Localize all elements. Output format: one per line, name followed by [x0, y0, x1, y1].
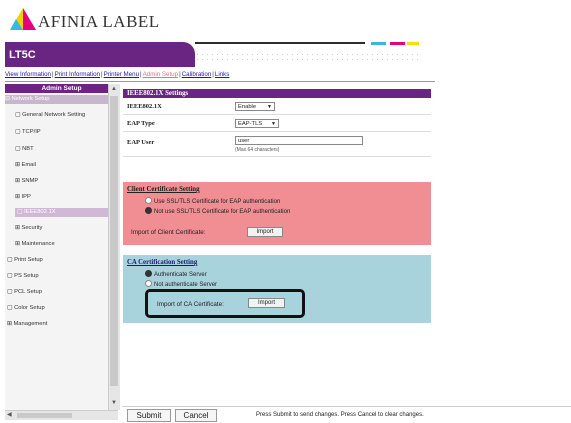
sidebar-item-ieee8021x[interactable]: ▢ IEEE802.1X: [15, 208, 115, 217]
cyan-stripe: [371, 42, 386, 45]
nav-view-information[interactable]: View Information: [5, 71, 51, 78]
radio-icon: [145, 280, 152, 287]
eap-user-input[interactable]: user: [235, 136, 363, 145]
ieee-enable-select[interactable]: Enable ▼: [235, 102, 275, 111]
afinia-logo: AFINIA LABEL: [10, 6, 180, 34]
nav-divider: [5, 81, 435, 82]
radio-authenticate-server[interactable]: Authenticate Server: [145, 270, 207, 278]
scroll-left-icon[interactable]: ◀: [7, 411, 12, 418]
sidebar-item-security[interactable]: ⊞ Security: [15, 225, 42, 231]
radio-not-use-ssl-cert[interactable]: Not use SSL/TLS Certificate for EAP auth…: [145, 207, 290, 215]
ieee-settings-header: IEEE802.1X Settings: [123, 89, 431, 98]
ieee-enable-row: IEEE802.1X Enable ▼: [123, 98, 431, 115]
radio-icon: [145, 197, 152, 204]
ieee-enable-label: IEEE802.1X: [127, 103, 162, 110]
scroll-down-icon[interactable]: ▼: [110, 400, 118, 408]
radio-use-ssl-cert[interactable]: Use SSL/TLS Certificate for EAP authenti…: [145, 197, 280, 205]
nav-admin-setup[interactable]: Admin Setup: [143, 71, 178, 78]
eap-user-label: EAP User: [127, 139, 155, 146]
bottom-divider: [122, 406, 571, 407]
sidebar-item-snmp[interactable]: ⊞ SNMP: [15, 178, 38, 184]
highlight-frame: [145, 289, 305, 318]
scroll-up-icon[interactable]: ▲: [110, 86, 118, 94]
client-cert-import-label: Import of Client Certificate:: [131, 229, 206, 236]
sidebar-title: Admin Setup: [5, 84, 118, 93]
sidebar-item-email[interactable]: ⊞ Email: [15, 162, 36, 168]
nav-links[interactable]: Links: [215, 71, 229, 78]
eap-user-hint: (Max.64 characters): [235, 147, 280, 153]
nav-print-information[interactable]: Print Information: [55, 71, 100, 78]
sidebar-item-ps-setup[interactable]: ▢ PS Setup: [7, 273, 39, 279]
nav-printer-menu[interactable]: Printer Menu: [104, 71, 139, 78]
sidebar-item-print-setup[interactable]: ▢ Print Setup: [7, 257, 43, 263]
header-dots: [195, 52, 421, 64]
ca-cert-title: CA Certification Setting: [127, 259, 198, 266]
sidebar: Admin Setup ⊟ Network Setup ▢ General Ne…: [5, 84, 118, 410]
sidebar-item-nbt[interactable]: ▢ NBT: [15, 146, 34, 152]
submit-button[interactable]: Submit: [127, 409, 171, 422]
scrollbar-thumb[interactable]: [110, 96, 118, 386]
page-icon: ▢: [15, 129, 22, 135]
top-nav: View Information|Print Information|Print…: [5, 71, 230, 78]
radio-selected-icon: [145, 270, 152, 277]
cancel-button[interactable]: Cancel: [175, 409, 217, 422]
header-bar: LT5C: [5, 42, 421, 67]
nav-calibration[interactable]: Calibration: [182, 71, 212, 78]
client-cert-section: Client Certificate Setting Use SSL/TLS C…: [123, 182, 431, 245]
sidebar-vertical-scrollbar[interactable]: ▲ ▼: [108, 84, 120, 410]
eap-type-row: EAP Type EAP-TLS ▼: [123, 115, 431, 132]
brand-name: AFINIA LABEL: [38, 12, 160, 31]
sidebar-item-general-network-setting[interactable]: ▢ General Network Setting: [15, 112, 85, 118]
chevron-down-icon: ▼: [271, 121, 276, 127]
yellow-stripe: [407, 42, 419, 45]
eap-user-row: EAP User user (Max.64 characters): [123, 132, 431, 157]
scrollbar-thumb[interactable]: [17, 413, 72, 418]
logo-triangle-icon: [10, 8, 36, 30]
eap-type-label: EAP Type: [127, 120, 155, 127]
radio-selected-icon: [145, 207, 152, 214]
chevron-down-icon: ▼: [267, 104, 272, 110]
magenta-stripe: [390, 42, 405, 45]
sidebar-item-maintenance[interactable]: ⊞ Maintenance: [15, 241, 55, 247]
sidebar-item-pcl-setup[interactable]: ▢ PCL Setup: [7, 289, 42, 295]
client-cert-title: Client Certificate Setting: [127, 186, 200, 193]
sidebar-item-color-setup[interactable]: ▢ Color Setup: [7, 305, 45, 311]
product-name: LT5C: [9, 49, 36, 61]
sidebar-horizontal-scrollbar[interactable]: ◀: [5, 410, 118, 420]
client-cert-import-button[interactable]: Import: [247, 227, 283, 237]
sidebar-item-management[interactable]: ⊞ Management: [7, 321, 47, 327]
radio-not-authenticate-server[interactable]: Not authenticate Server: [145, 280, 217, 288]
sidebar-item-ipp[interactable]: ⊞ IPP: [15, 194, 31, 200]
sidebar-item-network-setup[interactable]: ⊟ Network Setup: [5, 95, 113, 104]
header-rule: [195, 42, 365, 44]
eap-type-select[interactable]: EAP-TLS ▼: [235, 119, 279, 128]
bottom-hint: Press Submit to send changes. Press Canc…: [256, 412, 424, 418]
sidebar-item-tcpip[interactable]: ▢ TCP/IP: [15, 129, 41, 135]
